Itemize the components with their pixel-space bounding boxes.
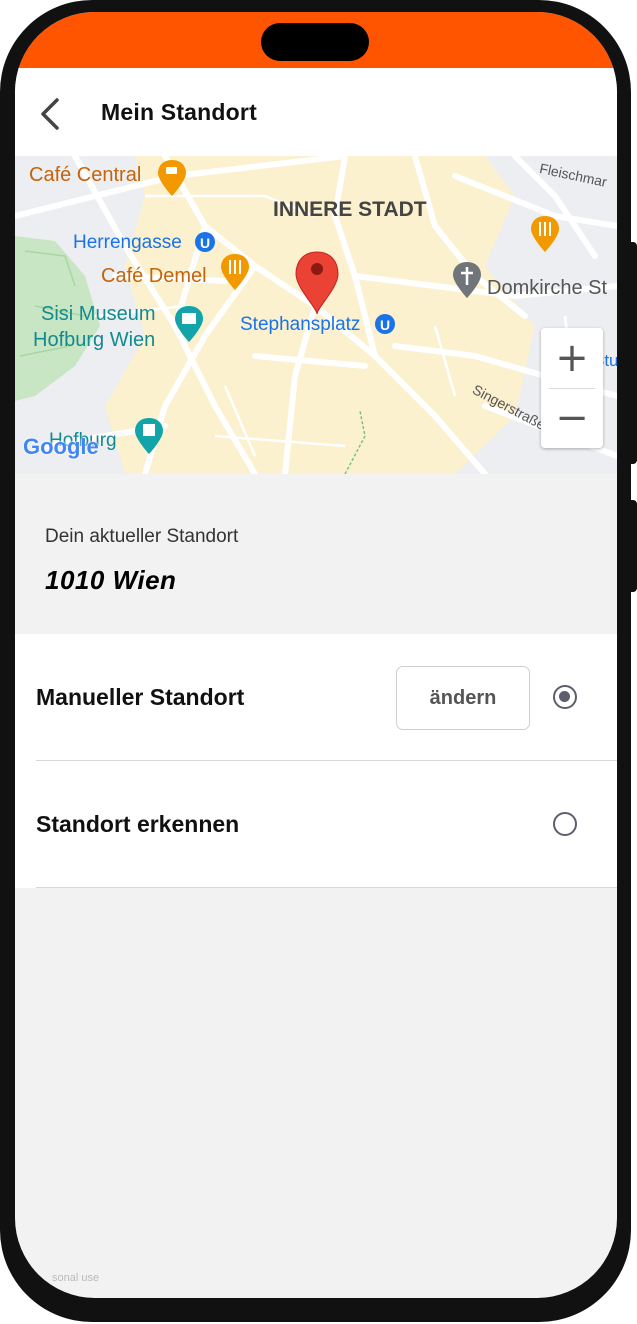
option-detect-label: Standort erkennen [36,811,240,837]
app-bar: Mein Standort [15,68,617,156]
divider [36,887,617,888]
status-bar [15,12,617,68]
current-location-label: Dein aktueller Standort [45,526,239,547]
location-options: Manueller Standort ändern Standort erken… [15,634,617,888]
radio-manual-selected[interactable] [553,685,577,709]
chevron-left-icon [41,98,59,130]
zoom-controls: + − [541,328,603,448]
option-manual-location[interactable]: Manueller Standort ändern [15,634,617,761]
svg-text:U: U [200,235,210,251]
page-title: Mein Standort [101,99,257,125]
side-button-power [629,500,637,592]
map-label-hofburg-wien[interactable]: Hofburg Wien [33,330,155,350]
change-button[interactable]: ändern [396,666,530,730]
back-button[interactable] [37,96,67,132]
radio-dot [559,691,570,702]
map-label-cafe-central[interactable]: Café Central [29,165,141,185]
map-label-district: INNERE STADT [273,198,427,221]
side-button-volume [629,242,637,464]
current-location-panel: Dein aktueller Standort 1010 Wien [15,474,617,634]
map-label-cafe-demel[interactable]: Café Demel [101,266,207,286]
zoom-out-button[interactable]: − [541,388,603,448]
radio-detect[interactable] [553,812,577,836]
svg-text:U: U [380,317,390,333]
option-detect-location[interactable]: Standort erkennen [15,761,617,888]
dynamic-island [261,23,369,61]
map-label-domkirche[interactable]: Domkirche St [487,278,607,298]
map-label-stephansplatz[interactable]: Stephansplatz [240,315,360,334]
zoom-in-button[interactable]: + [541,328,603,388]
option-manual-label: Manueller Standort [36,684,245,710]
watermark: sonal use [52,1272,100,1284]
screen: Mein Standort U U Café Central INNERE ST… [15,12,617,1298]
google-logo: Google [23,434,99,459]
current-location-value: 1010 Wien [45,565,177,595]
map-view[interactable]: U U Café Central INNERE STADT Fleischmar… [15,156,617,474]
map-label-sisi-museum[interactable]: Sisi Museum [41,304,155,324]
map-label-herrengasse[interactable]: Herrengasse [73,233,182,252]
